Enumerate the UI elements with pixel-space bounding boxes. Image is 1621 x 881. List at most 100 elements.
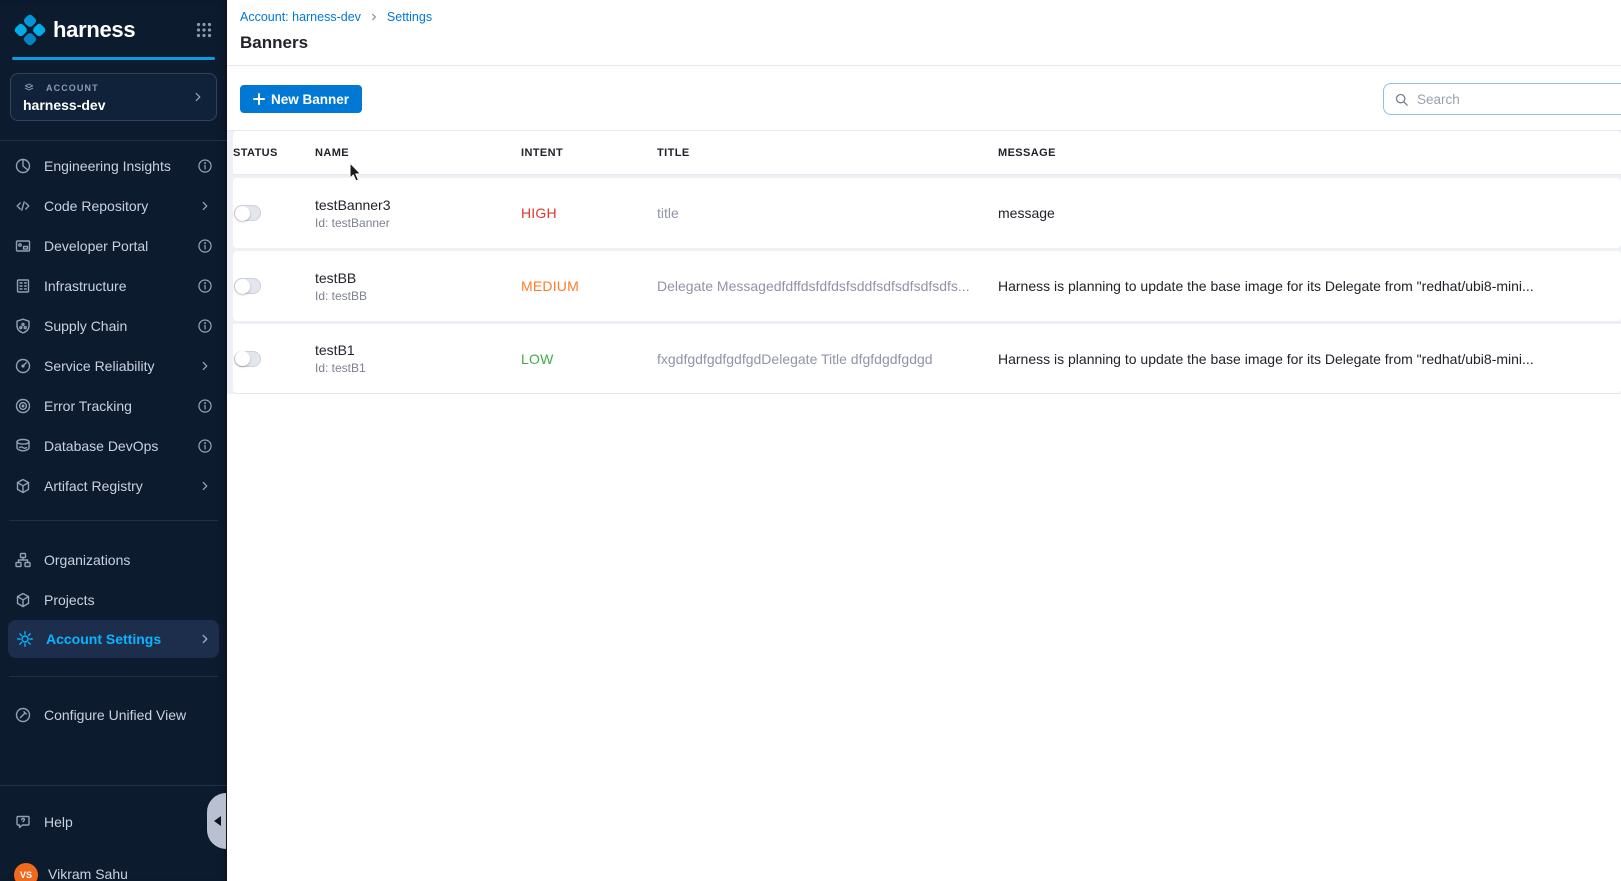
intent-badge: MEDIUM bbox=[521, 278, 657, 294]
info-icon[interactable] bbox=[197, 238, 213, 254]
user-name: Vikram Sahu bbox=[48, 866, 128, 881]
column-header-message: MESSAGE bbox=[998, 147, 1621, 159]
breadcrumb-settings-link[interactable]: Settings bbox=[387, 10, 432, 24]
chevron-right-icon bbox=[197, 478, 213, 494]
organizations-icon bbox=[14, 551, 32, 569]
harness-logo-icon[interactable] bbox=[14, 14, 46, 46]
banner-id: Id: testBB bbox=[315, 289, 521, 303]
service-reliability-icon bbox=[14, 357, 32, 375]
sidebar-header: harness bbox=[0, 0, 227, 52]
new-banner-button[interactable]: New Banner bbox=[240, 85, 362, 113]
toggle-knob bbox=[235, 279, 250, 294]
banner-message: Harness is planning to update the base i… bbox=[998, 278, 1621, 294]
user-menu[interactable]: VS Vikram Sahu bbox=[0, 853, 227, 881]
banner-message: Harness is planning to update the base i… bbox=[998, 351, 1621, 367]
banners-table: STATUS NAME INTENT TITLE MESSAGE testBan… bbox=[227, 131, 1621, 394]
brand-underline bbox=[12, 57, 215, 60]
wrench-icon bbox=[14, 706, 32, 724]
error-tracking-icon bbox=[14, 397, 32, 415]
sidebar-divider bbox=[0, 785, 227, 786]
sidebar-item-account-settings[interactable]: Account Settings bbox=[8, 620, 219, 658]
search-input[interactable] bbox=[1417, 92, 1607, 107]
sidebar: harness ACCOUNT bbox=[0, 0, 227, 881]
sidebar-item-organizations[interactable]: Organizations bbox=[0, 540, 227, 580]
account-scope-selector[interactable]: ACCOUNT harness-dev bbox=[10, 73, 217, 121]
chevron-right-icon bbox=[197, 358, 213, 374]
banner-message: message bbox=[998, 205, 1621, 221]
toggle-knob bbox=[235, 206, 250, 221]
search-icon bbox=[1394, 92, 1409, 107]
banner-name: testBanner3 bbox=[315, 197, 521, 213]
code-repository-icon bbox=[14, 197, 32, 215]
column-header-intent: INTENT bbox=[521, 147, 657, 159]
column-header-status: STATUS bbox=[233, 147, 315, 159]
table-row[interactable]: testBB Id: testBB MEDIUM Delegate Messag… bbox=[233, 251, 1621, 321]
toolbar: New Banner bbox=[227, 66, 1621, 131]
banner-id: Id: testB1 bbox=[315, 361, 521, 375]
banner-id: Id: testBanner bbox=[315, 216, 521, 230]
gear-icon bbox=[16, 630, 34, 648]
sidebar-item-service-reliability[interactable]: Service Reliability bbox=[0, 346, 227, 386]
sidebar-item-infrastructure[interactable]: Infrastructure bbox=[0, 266, 227, 306]
app-window: harness ACCOUNT bbox=[0, 0, 1621, 881]
banner-name: testB1 bbox=[315, 342, 521, 358]
chevron-right-icon bbox=[197, 198, 213, 214]
status-toggle[interactable] bbox=[234, 278, 261, 294]
sidebar-item-developer-portal[interactable]: Developer Portal bbox=[0, 226, 227, 266]
chevron-right-icon bbox=[190, 89, 206, 105]
column-header-name: NAME bbox=[315, 147, 521, 159]
avatar: VS bbox=[14, 863, 38, 881]
info-icon[interactable] bbox=[197, 398, 213, 414]
search-box bbox=[1383, 83, 1621, 115]
info-icon[interactable] bbox=[197, 278, 213, 294]
table-header-row: STATUS NAME INTENT TITLE MESSAGE bbox=[233, 131, 1621, 175]
banner-title: fxgdfgdfgdfgdfgdDelegate Title dfgfdgdfg… bbox=[657, 351, 998, 367]
sidebar-item-configure-unified-view[interactable]: Configure Unified View bbox=[0, 695, 227, 735]
chevron-right-icon bbox=[197, 631, 213, 647]
banner-title: title bbox=[657, 205, 998, 221]
intent-badge: LOW bbox=[521, 351, 657, 367]
database-devops-icon bbox=[14, 437, 32, 455]
sidebar-item-supply-chain[interactable]: Supply Chain bbox=[0, 306, 227, 346]
app-grid-icon[interactable] bbox=[195, 21, 213, 39]
brand-name: harness bbox=[53, 17, 135, 43]
plus-icon bbox=[253, 93, 265, 105]
breadcrumb: Account: harness-dev Settings bbox=[240, 10, 1621, 24]
status-toggle[interactable] bbox=[234, 205, 261, 221]
sidebar-item-projects[interactable]: Projects bbox=[0, 580, 227, 620]
column-header-title: TITLE bbox=[657, 147, 998, 159]
artifact-registry-icon bbox=[14, 477, 32, 495]
help-chat-icon bbox=[14, 813, 32, 831]
account-name: harness-dev bbox=[23, 97, 190, 113]
sidebar-item-database-devops[interactable]: Database DevOps bbox=[0, 426, 227, 466]
table-row[interactable]: testB1 Id: testB1 LOW fxgdfgdfgdfgdfgdDe… bbox=[233, 324, 1621, 394]
developer-portal-icon bbox=[14, 237, 32, 255]
collapse-arrow-icon bbox=[214, 816, 221, 826]
page-header: Account: harness-dev Settings Banners bbox=[227, 0, 1621, 66]
sidebar-item-error-tracking[interactable]: Error Tracking bbox=[0, 386, 227, 426]
sidebar-item-artifact-registry[interactable]: Artifact Registry bbox=[0, 466, 227, 506]
status-toggle[interactable] bbox=[234, 351, 261, 367]
page-title: Banners bbox=[240, 33, 1621, 53]
info-icon[interactable] bbox=[197, 438, 213, 454]
banner-name: testBB bbox=[315, 270, 521, 286]
sidebar-item-code-repository[interactable]: Code Repository bbox=[0, 186, 227, 226]
sidebar-item-engineering-insights[interactable]: Engineering Insights bbox=[0, 146, 227, 186]
infrastructure-icon bbox=[14, 277, 32, 295]
engineering-insights-icon bbox=[14, 157, 32, 175]
sidebar-collapse-handle[interactable] bbox=[207, 793, 226, 849]
info-icon[interactable] bbox=[197, 158, 213, 174]
breadcrumb-separator-icon bbox=[368, 11, 380, 23]
projects-icon bbox=[14, 591, 32, 609]
sidebar-item-help[interactable]: Help bbox=[0, 802, 227, 842]
breadcrumb-account-link[interactable]: Account: harness-dev bbox=[240, 10, 361, 24]
toggle-knob bbox=[235, 351, 250, 366]
intent-badge: HIGH bbox=[521, 205, 657, 221]
banner-title: Delegate Messagedfdffdsfdfdsfsddfsdfsdfs… bbox=[657, 278, 998, 294]
supply-chain-icon bbox=[14, 317, 32, 335]
table-row[interactable]: testBanner3 Id: testBanner HIGH title me… bbox=[233, 178, 1621, 248]
account-scope-label: ACCOUNT bbox=[46, 83, 99, 93]
module-nav: Engineering Insights Code Repository Dev… bbox=[0, 141, 227, 506]
info-icon[interactable] bbox=[197, 318, 213, 334]
layers-icon bbox=[23, 82, 41, 94]
